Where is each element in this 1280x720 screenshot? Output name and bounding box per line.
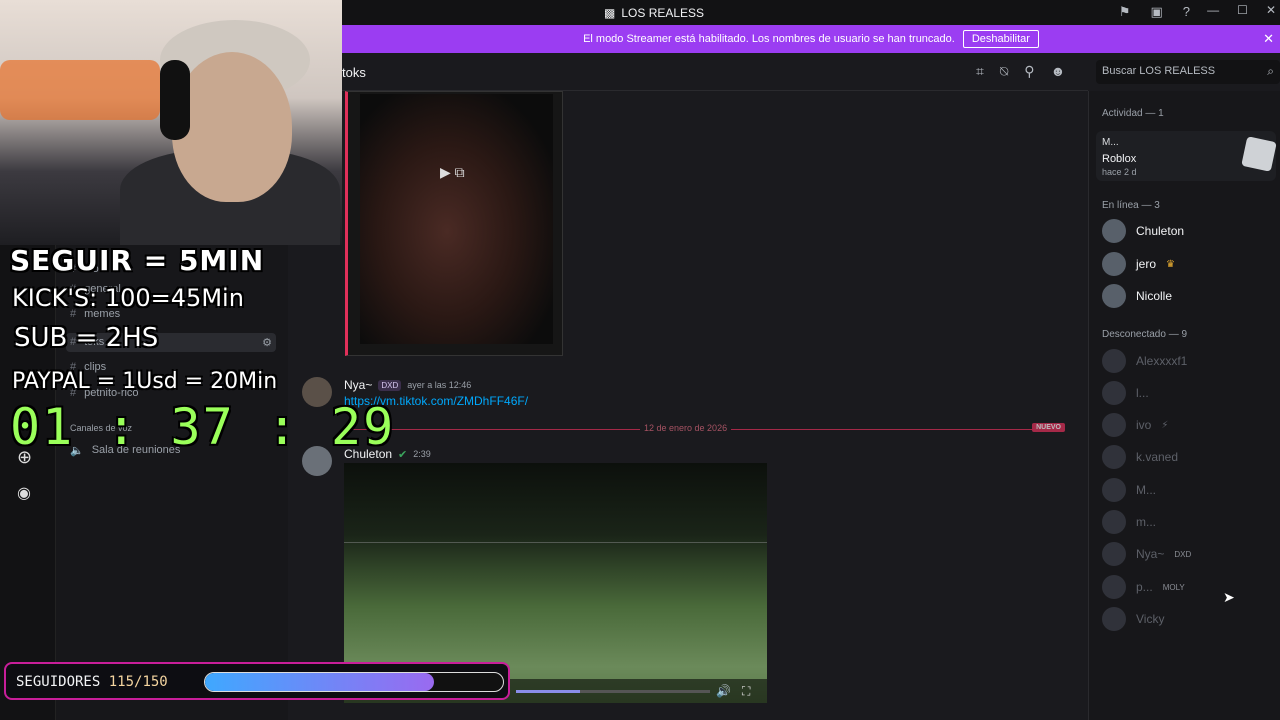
avatar [1102,445,1126,469]
member-item[interactable]: Alexxxxf1 [1102,349,1187,373]
mute-icon[interactable]: ⍉ [1000,63,1008,80]
inbox-icon[interactable]: ▣ [1150,4,1162,20]
video-progress-fill [516,690,581,693]
new-messages-divider: 12 de enero de 2026 NUEVO [345,423,1065,433]
member-badge: DXD [1174,549,1192,559]
new-badge: NUEVO [1032,423,1065,432]
avatar [1102,219,1126,243]
crown-icon: ♛ [1166,258,1175,270]
followers-progress-fill [205,673,434,691]
member-item[interactable]: Vicky [1102,607,1164,631]
headphones [160,60,190,140]
overlay-follow-rule: SEGUIR = 5MIN [10,244,265,277]
activity-user: M... [1102,137,1119,148]
avatar [1102,252,1126,276]
channel-list: # xto # general # memes # toks ⚙ # clips # petn… [56,245,288,720]
streamer-mode-banner: El modo Streamer está habilitado. Los no… [342,25,1280,53]
member-badge: MOLY [1162,582,1185,592]
streamer-face [172,52,292,202]
avatar [1102,575,1126,599]
offline-header: Desconectado — 9 [1102,329,1188,340]
member-list: Actividad — 1 En línea — 3 Chuleton jero… [1088,91,1280,720]
member-item[interactable]: Nya~ DXD [1102,542,1191,566]
online-header: En línea — 3 [1102,200,1160,211]
member-item[interactable]: m... [1102,510,1156,534]
user-tag: DXD [378,379,402,391]
help-icon[interactable]: ? [1183,4,1190,20]
message-timestamp: 2:39 [413,449,431,459]
message-author[interactable]: Nya~ [344,378,372,392]
member-item[interactable]: ivo ⚡ [1102,413,1168,437]
channel-name: toks [342,65,366,80]
overlay-kicks-rule: KICK'S: 100=45Min [12,284,244,312]
video-embed-thumbnail[interactable]: ▶ ⧉ [345,91,563,356]
settings-icon[interactable]: ⚙ [262,336,272,349]
lightning-icon: ⚡ [1161,419,1169,431]
member-item[interactable]: Nicolle [1102,284,1172,308]
video-seekbar[interactable] [516,690,710,693]
mouse-cursor: ➤ [1223,589,1235,605]
member-item[interactable]: l... [1102,381,1149,405]
followers-progress-track [204,672,504,692]
search-input[interactable]: Buscar LOS REALESS ⌕ [1096,60,1280,84]
avatar [1102,381,1126,405]
avatar [1102,284,1126,308]
avatar [1102,349,1126,373]
members-icon[interactable]: ☻ [1051,63,1066,80]
server-title: ▩ LOS REALESS [604,6,704,20]
server-list: ⊕ ◉ [0,245,56,720]
roblox-icon [1241,136,1277,172]
maximize-button[interactable]: ☐ [1237,3,1248,17]
webcam-background [0,60,160,120]
member-item[interactable]: k.vaned [1102,445,1178,469]
member-item[interactable]: jero ♛ [1102,252,1175,276]
close-banner-icon[interactable]: ✕ [1263,31,1274,47]
overlay-sub-rule: SUB = 2HS [14,323,159,353]
activity-card[interactable]: M... Roblox hace 2 d [1096,131,1277,181]
followers-goal-label: SEGUIDORES 115/150 [16,674,168,690]
avatar [1102,542,1126,566]
member-item[interactable]: M... [1102,478,1156,502]
minimize-button[interactable]: — [1207,3,1219,17]
followers-goal-bar: SEGUIDORES 115/150 [4,662,510,700]
explore-icon[interactable]: ◉ [17,483,31,503]
channel-header: toks ⌗ ⍉ ⚲ ☻ [288,53,1088,91]
activity-time: hace 2 d [1102,167,1137,177]
flag-icon[interactable]: ⚑ [1119,4,1131,20]
video-thumbnail-image [360,94,553,344]
banner-text: El modo Streamer está habilitado. Los no… [583,33,955,45]
divider-date: 12 de enero de 2026 [640,423,732,433]
message-header: Nya~ DXD ayer a las 12:46 [344,378,471,392]
volume-icon[interactable]: 🔊 [716,684,731,698]
threads-icon[interactable]: ⌗ [976,63,984,80]
overlay-timer: 01 : 37 : 29 [10,398,396,456]
webcam-overlay [0,0,342,245]
search-icon: ⌕ [1267,64,1274,78]
play-icon[interactable]: ▶ ⧉ [440,164,465,181]
fullscreen-icon[interactable]: ⛶ [742,684,750,699]
followers-count: 115/150 [108,674,168,690]
member-item[interactable]: p... MOLY [1102,575,1185,599]
pin-icon[interactable]: ⚲ [1024,63,1034,80]
member-item[interactable]: Chuleton [1102,219,1184,243]
avatar [1102,607,1126,631]
activity-game: Roblox [1102,153,1137,165]
overlay-paypal-rule: PAYPAL = 1Usd = 20Min [12,369,278,394]
server-icon: ▩ [604,6,616,20]
video-frame [344,483,767,543]
disable-streamer-button[interactable]: Deshabilitar [962,30,1039,48]
window-titlebar: ▩ LOS REALESS ⚑ ▣ ? — ☐ ✕ [342,0,1280,25]
verified-icon: ✔ [398,448,408,461]
close-window-button[interactable]: ✕ [1266,3,1276,17]
server-title-text: LOS REALESS [621,6,705,20]
message-timestamp: ayer a las 12:46 [407,380,472,390]
avatar [1102,510,1126,534]
avatar [1102,478,1126,502]
avatar [1102,413,1126,437]
activity-header: Actividad — 1 [1102,108,1164,119]
